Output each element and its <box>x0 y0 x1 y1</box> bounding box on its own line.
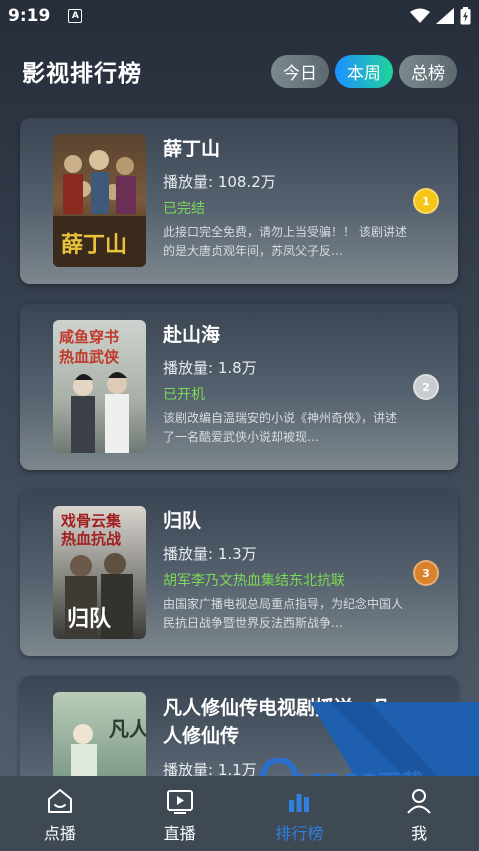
status-bar: 9:19 A <box>0 0 479 32</box>
rank-badge: 1 <box>413 188 439 214</box>
nav-item-live[interactable]: 直播 <box>120 776 240 851</box>
tab-all-time[interactable]: 总榜 <box>399 54 457 88</box>
tab-this-week[interactable]: 本周 <box>335 54 393 88</box>
show-status: 已开机 <box>163 387 205 403</box>
play-count: 播放量: 1.3万 <box>163 545 257 563</box>
svg-text:热血抗战: 热血抗战 <box>61 530 121 548</box>
nav-item-me[interactable]: 我 <box>359 776 479 851</box>
svg-text:戏骨云集: 戏骨云集 <box>60 512 122 530</box>
show-description: 由国家广播电视总局重点指导，为纪念中国人民抗日战争暨世界反法西斯战争… <box>163 597 404 630</box>
poster-image: 咸鱼穿书 热血武侠 <box>53 320 146 453</box>
bottom-nav: 点播 直播 排行榜 我 <box>0 776 479 851</box>
svg-text:归队: 归队 <box>67 606 112 632</box>
card-info: 赴山海 播放量: 1.8万 已开机 该剧改编自温瑞安的小说《神州奇侠》，讲述了一… <box>163 322 408 447</box>
svg-text:咸鱼穿书: 咸鱼穿书 <box>59 328 119 346</box>
ranking-card[interactable]: 戏骨云集 热血抗战 归队 归队 播放量: 1.3万 胡军李乃文热血集结东北抗联 … <box>20 490 458 656</box>
ranking-card[interactable]: 薛丁山 薛丁山 播放量: 108.2万 已完结 此接口完全免费，请勿上当受骗！！… <box>20 118 458 284</box>
home-icon <box>45 786 75 816</box>
page-title: 影视排行榜 <box>22 61 142 87</box>
poster-image: 戏骨云集 热血抗战 归队 <box>53 506 146 639</box>
wifi-icon <box>410 8 430 24</box>
show-status: 已完结 <box>163 201 205 217</box>
signal-icon <box>436 8 454 24</box>
tv-play-icon <box>165 786 195 816</box>
nav-item-ranking[interactable]: 排行榜 <box>240 776 360 851</box>
nav-label: 点播 <box>43 824 76 843</box>
show-title: 归队 <box>163 510 202 532</box>
person-icon <box>404 786 434 816</box>
nav-label: 我 <box>411 824 428 843</box>
chart-bars-icon <box>284 786 314 816</box>
status-time: 9:19 <box>8 6 51 26</box>
show-title: 凡人修仙传电视剧播送—凡人修仙传 <box>163 697 392 747</box>
show-description: 该剧改编自温瑞安的小说《神州奇侠》，讲述了一名酷爱武侠小说却被现… <box>163 411 398 444</box>
nav-item-vod[interactable]: 点播 <box>0 776 120 851</box>
app-notification-icon: A <box>68 9 83 23</box>
battery-charging-icon <box>460 7 471 25</box>
nav-label: 直播 <box>163 824 196 843</box>
svg-text:薛丁山: 薛丁山 <box>61 232 127 258</box>
poster-image: 薛丁山 <box>53 134 146 267</box>
svg-text:凡人: 凡人 <box>109 717 146 741</box>
play-count: 播放量: 108.2万 <box>163 173 276 191</box>
show-description: 此接口完全免费，请勿上当受骗！！ 该剧讲述的是大唐贞观年间，苏凤父子反… <box>163 225 407 258</box>
nav-label: 排行榜 <box>275 824 324 843</box>
status-icons <box>410 7 471 25</box>
header: 影视排行榜 今日 本周 总榜 <box>0 50 479 92</box>
show-title: 赴山海 <box>163 324 221 346</box>
card-info: 薛丁山 播放量: 108.2万 已完结 此接口完全免费，请勿上当受骗！！ 该剧讲… <box>163 136 408 261</box>
period-tabs: 今日 本周 总榜 <box>271 54 457 88</box>
svg-text:热血武侠: 热血武侠 <box>59 348 120 366</box>
tab-today[interactable]: 今日 <box>271 54 329 88</box>
card-info: 归队 播放量: 1.3万 胡军李乃文热血集结东北抗联 由国家广播电视总局重点指导… <box>163 508 408 633</box>
rank-badge: 3 <box>413 560 439 586</box>
play-count: 播放量: 1.8万 <box>163 359 257 377</box>
show-title: 薛丁山 <box>163 138 221 160</box>
card-info: 凡人修仙传电视剧播送—凡人修仙传 播放量: 1.1万 <box>163 694 408 780</box>
show-status: 胡军李乃文热血集结东北抗联 <box>163 573 345 589</box>
rank-badge: 2 <box>413 374 439 400</box>
ranking-list: 薛丁山 薛丁山 播放量: 108.2万 已完结 此接口完全免费，请勿上当受骗！！… <box>20 118 458 851</box>
ranking-card[interactable]: 咸鱼穿书 热血武侠 赴山海 播放量: 1.8万 已开机 该剧改编自温瑞安的小说《… <box>20 304 458 470</box>
